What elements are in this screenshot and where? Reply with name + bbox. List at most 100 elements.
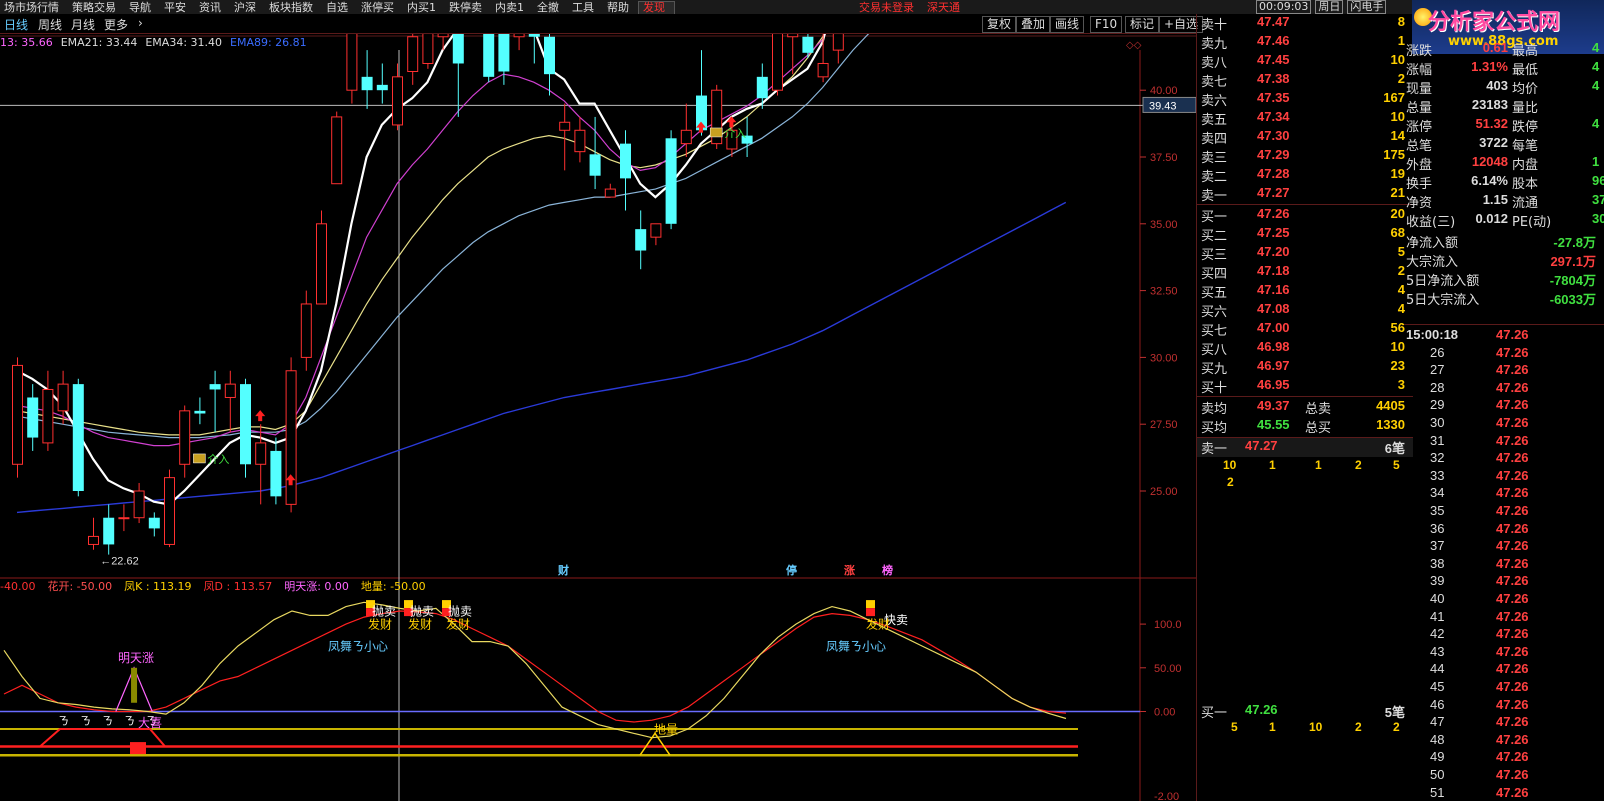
stat-value: 12048 (1471, 154, 1508, 169)
menu-item[interactable]: 跌停卖 (445, 2, 491, 14)
row-label: 买一 (1201, 706, 1228, 721)
stat-value: -27.8万 (1553, 235, 1596, 250)
stat-row: 涨停 51.32 跌停 4 (1404, 116, 1604, 135)
tick-row: 48 47.26 (1404, 732, 1604, 749)
candle (680, 103, 692, 157)
row-price: 47.29 (1257, 147, 1290, 162)
stat-value-2: 4 (1592, 59, 1600, 74)
ma-lightblue-line (16, 34, 870, 439)
mark-button[interactable]: 标记 (1125, 16, 1160, 33)
tick-row: 51 47.26 (1404, 785, 1604, 801)
row-price: 47.34 (1257, 109, 1290, 124)
candle-body-down (756, 76, 768, 99)
low-label: ←22.62 (100, 556, 139, 568)
tab-monthly[interactable]: 月线 (71, 16, 95, 33)
candle (513, 34, 525, 51)
sell1-queue-item: 1 (1269, 458, 1276, 472)
tick-price: 47.26 (1496, 784, 1529, 800)
chevron-right-icon[interactable]: › (138, 16, 143, 30)
overlay-button[interactable]: 叠加 (1016, 16, 1051, 33)
menu-item[interactable]: 沪深 (230, 2, 265, 14)
ma-legend-item: EMA89: 26.81 (230, 36, 307, 49)
buy-level-row: 买八 46.98 10 (1197, 339, 1413, 358)
tick-time: 49 (1430, 749, 1445, 765)
candle-body-up (650, 223, 662, 238)
tick-time: 44 (1430, 661, 1445, 677)
stat-label-2: 最高 (1512, 44, 1539, 59)
row-price: 47.27 (1245, 438, 1278, 453)
menu-item[interactable]: 内卖1 (491, 2, 533, 14)
menu-item[interactable]: 平安 (160, 2, 195, 14)
menu-item[interactable]: 资讯 (195, 2, 230, 14)
tab-more[interactable]: 更多 (104, 16, 128, 33)
tick-row: 41 47.26 (1404, 609, 1604, 626)
row-price: 47.25 (1257, 225, 1290, 240)
row-price: 46.95 (1257, 377, 1290, 392)
tick-time: 35 (1430, 503, 1445, 518)
candle-body-up (407, 36, 419, 72)
tick-time: 26 (1430, 344, 1445, 360)
price-tick-label: 30.00 (1150, 352, 1178, 364)
tab-weekly[interactable]: 周线 (38, 16, 62, 33)
row-volume: 167 (1383, 90, 1405, 105)
sell-level-row: 卖十 47.47 8 (1197, 14, 1413, 33)
buy-arrow-icon (255, 410, 266, 422)
stat-label: 涨幅 (1406, 63, 1433, 78)
row-price: 49.37 (1257, 398, 1290, 413)
stat-value: 6.14% (1471, 173, 1508, 188)
tick-row: 50 47.26 (1404, 767, 1604, 784)
candle (316, 210, 327, 305)
candle (42, 370, 54, 451)
trade-status[interactable]: 交易未登录 (855, 2, 923, 14)
sell1-queue-item: 1 (1315, 458, 1322, 472)
stat-row: 涨跌 0.61 最高 4 (1404, 40, 1604, 59)
tab-daily[interactable]: 日线 (4, 16, 28, 33)
menu-item[interactable]: 板块指数 (265, 2, 322, 14)
menu-item[interactable]: 涨停买 (357, 2, 403, 14)
row-volume: 175 (1383, 147, 1405, 162)
stat-label: 净资 (1406, 196, 1433, 211)
candle (407, 34, 419, 85)
stat-row: 大宗流入 297.1万 (1404, 251, 1604, 270)
candle (574, 116, 586, 163)
tick-row: 29 47.26 (1404, 397, 1604, 414)
tick-row: 34 47.26 (1404, 485, 1604, 502)
menu-item[interactable]: 全撤 (533, 2, 568, 14)
candle-body-down (483, 34, 495, 77)
menu-item[interactable]: 策略交易 (68, 2, 125, 14)
menu-item[interactable]: 导航 (125, 2, 160, 14)
menu-item[interactable]: 工具 (568, 2, 603, 14)
tick-row: 49 47.26 (1404, 749, 1604, 766)
candle (88, 517, 99, 550)
menu-find-button[interactable]: 发现 (638, 1, 675, 14)
user-label[interactable]: 闪电手 (1347, 0, 1387, 14)
sell-level-row: 卖二 47.28 19 (1197, 166, 1413, 185)
candle-body-up (437, 34, 449, 38)
row-price: 47.45 (1257, 52, 1290, 67)
tick-price: 47.26 (1496, 503, 1529, 518)
adjust-button[interactable]: 复权 (982, 16, 1017, 33)
candle (300, 290, 312, 371)
event-tag: 财 (557, 563, 569, 577)
kline-chart[interactable]: 39.4360.0057.5055.0052.5050.0047.5045.00… (0, 34, 1196, 801)
stat-row: 5日净流入额 -7804万 (1404, 270, 1604, 289)
tick-price: 47.26 (1496, 467, 1529, 483)
tick-time: 42 (1430, 626, 1445, 642)
ma-legend-item: EMA21: 33.44 (60, 36, 138, 49)
tick-row: 15:00:18 47.26 (1404, 327, 1604, 344)
menu-item[interactable]: 内买1 (403, 2, 445, 14)
row-label: 买五 (1201, 286, 1228, 301)
menu-item[interactable]: 自选 (322, 2, 357, 14)
menu-item[interactable]: 帮助 (603, 2, 638, 14)
f10-button[interactable]: F10 (1090, 16, 1123, 33)
candle (72, 378, 84, 497)
menu-item[interactable]: 场市场行情 (0, 2, 68, 14)
draw-line-button[interactable]: 画线 (1050, 16, 1085, 33)
stat-value-2: 4 (1592, 40, 1600, 55)
candle-body-up (300, 303, 312, 358)
tick-row: 32 47.26 (1404, 450, 1604, 467)
clock-weekday: 周日 (1315, 0, 1344, 14)
sell1-queue-item: 2 (1355, 458, 1362, 472)
tick-price: 47.26 (1496, 591, 1529, 606)
candle-body-up (224, 383, 236, 398)
